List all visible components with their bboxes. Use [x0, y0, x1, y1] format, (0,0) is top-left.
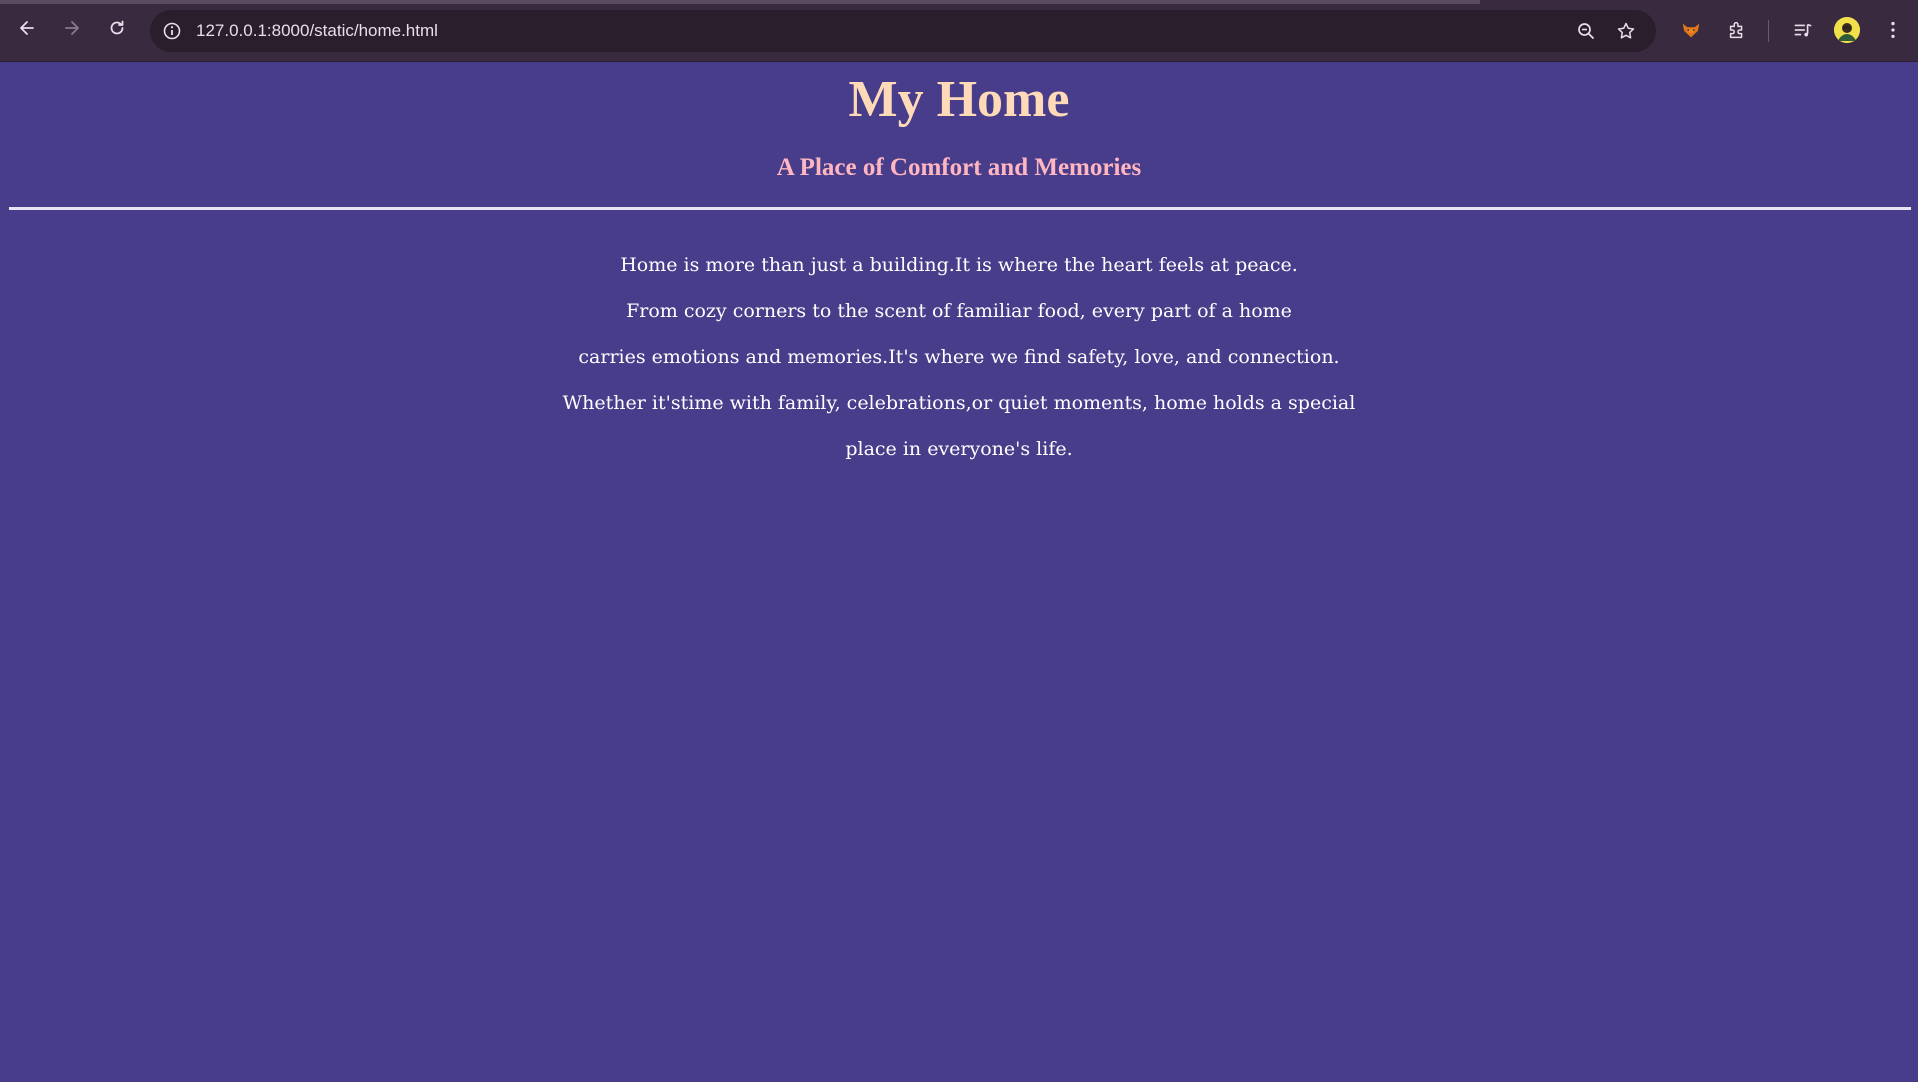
browser-toolbar: 127.0.0.1:8000/static/home.html	[0, 0, 1918, 62]
back-button[interactable]	[10, 13, 44, 47]
media-queue-icon[interactable]	[1788, 15, 1818, 45]
info-icon[interactable]	[160, 19, 184, 43]
address-bar[interactable]: 127.0.0.1:8000/static/home.html	[150, 10, 1656, 52]
paragraph-line: carries emotions and memories.It's where…	[578, 346, 1340, 368]
paragraph-line: From cozy corners to the scent of famili…	[626, 300, 1292, 322]
paragraph-line: place in everyone's life.	[845, 438, 1073, 460]
tab-strip	[0, 0, 1480, 4]
star-icon[interactable]	[1614, 19, 1638, 43]
zoom-out-icon[interactable]	[1574, 19, 1598, 43]
forward-button[interactable]	[55, 13, 89, 47]
reload-button[interactable]	[100, 13, 134, 47]
reload-icon	[107, 18, 127, 43]
page-content: My Home A Place of Comfort and Memories …	[0, 62, 1918, 1082]
toolbar-divider	[1768, 20, 1769, 42]
horizontal-rule	[9, 207, 1911, 210]
puzzle-icon[interactable]	[1722, 15, 1752, 45]
avatar[interactable]	[1834, 17, 1860, 43]
page-title: My Home	[848, 71, 1070, 128]
intro-paragraph: Home is more than just a building.It is …	[459, 242, 1459, 472]
arrow-right-icon	[62, 18, 82, 43]
kebab-menu-icon[interactable]	[1878, 15, 1908, 45]
page-subtitle: A Place of Comfort and Memories	[776, 154, 1142, 181]
fox-extension-icon[interactable]	[1676, 15, 1706, 45]
paragraph-line: Whether it'stime with family, celebratio…	[562, 392, 1356, 414]
url-text[interactable]: 127.0.0.1:8000/static/home.html	[196, 21, 438, 41]
paragraph-line: Home is more than just a building.It is …	[620, 254, 1298, 276]
arrow-left-icon	[17, 18, 37, 43]
